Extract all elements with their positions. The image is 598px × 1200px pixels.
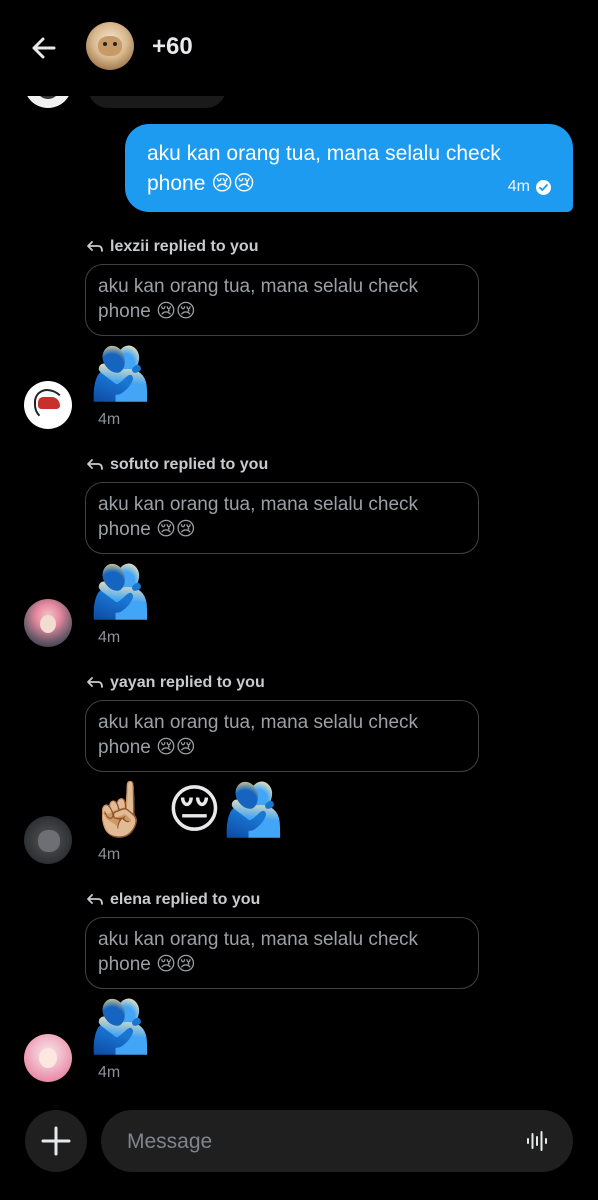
avatar[interactable]	[24, 1034, 72, 1082]
message-time: 4m	[98, 411, 121, 428]
message-time: 4m	[98, 1064, 121, 1081]
reply-arrow-icon	[86, 676, 104, 690]
reply-header: yayan replied to you	[86, 674, 265, 692]
quoted-message[interactable]: aku kan orang tua, mana selalu check pho…	[85, 917, 479, 989]
my-message-bubble[interactable]: aku kan orang tua, mana selalu check pho…	[125, 124, 573, 212]
waveform-icon[interactable]	[525, 1129, 549, 1153]
back-button[interactable]	[24, 28, 64, 68]
participant-count[interactable]: +60	[152, 33, 193, 61]
reply-arrow-icon	[86, 893, 104, 907]
reply-arrow-icon	[86, 240, 104, 254]
add-attachment-button[interactable]	[25, 1110, 87, 1172]
quoted-message[interactable]: aku kan orang tua, mana selalu check pho…	[85, 264, 479, 336]
quoted-message[interactable]: aku kan orang tua, mana selalu check pho…	[85, 482, 479, 554]
reply-header-text: sofuto replied to you	[110, 456, 269, 473]
arrow-left-icon	[32, 37, 56, 59]
reply-message-emoji[interactable]: ☝🏼 😔🫂	[88, 779, 286, 841]
reply-header: lexzii replied to you	[86, 238, 258, 256]
message-input[interactable]	[125, 1110, 509, 1174]
reply-header-text: elena replied to you	[110, 891, 261, 908]
reply-header: sofuto replied to you	[86, 456, 268, 474]
message-time: 4m	[98, 629, 121, 646]
quoted-message[interactable]: aku kan orang tua, mana selalu check pho…	[85, 700, 479, 772]
plus-icon	[41, 1126, 71, 1156]
group-avatar[interactable]	[86, 22, 134, 70]
message-meta: 4m	[508, 178, 551, 196]
reply-message-emoji[interactable]: 🫂	[88, 996, 153, 1058]
message-time: 4m	[507, 178, 530, 195]
message-time: 4m	[98, 846, 121, 863]
check-circle-icon	[536, 179, 551, 195]
reply-arrow-icon	[86, 458, 104, 472]
conversation-header: +60	[0, 0, 598, 96]
reply-header-text: lexzii replied to you	[110, 238, 259, 255]
reply-message-emoji[interactable]: 🫂	[88, 561, 153, 623]
avatar[interactable]	[24, 599, 72, 647]
message-text: aku kan orang tua, mana selalu check pho…	[147, 142, 501, 195]
avatar[interactable]	[24, 381, 72, 429]
avatar[interactable]	[24, 816, 72, 864]
reply-message-emoji[interactable]: 🫂	[88, 343, 153, 405]
reply-header: elena replied to you	[86, 891, 260, 909]
reply-header-text: yayan replied to you	[110, 674, 265, 691]
message-composer	[101, 1110, 573, 1174]
